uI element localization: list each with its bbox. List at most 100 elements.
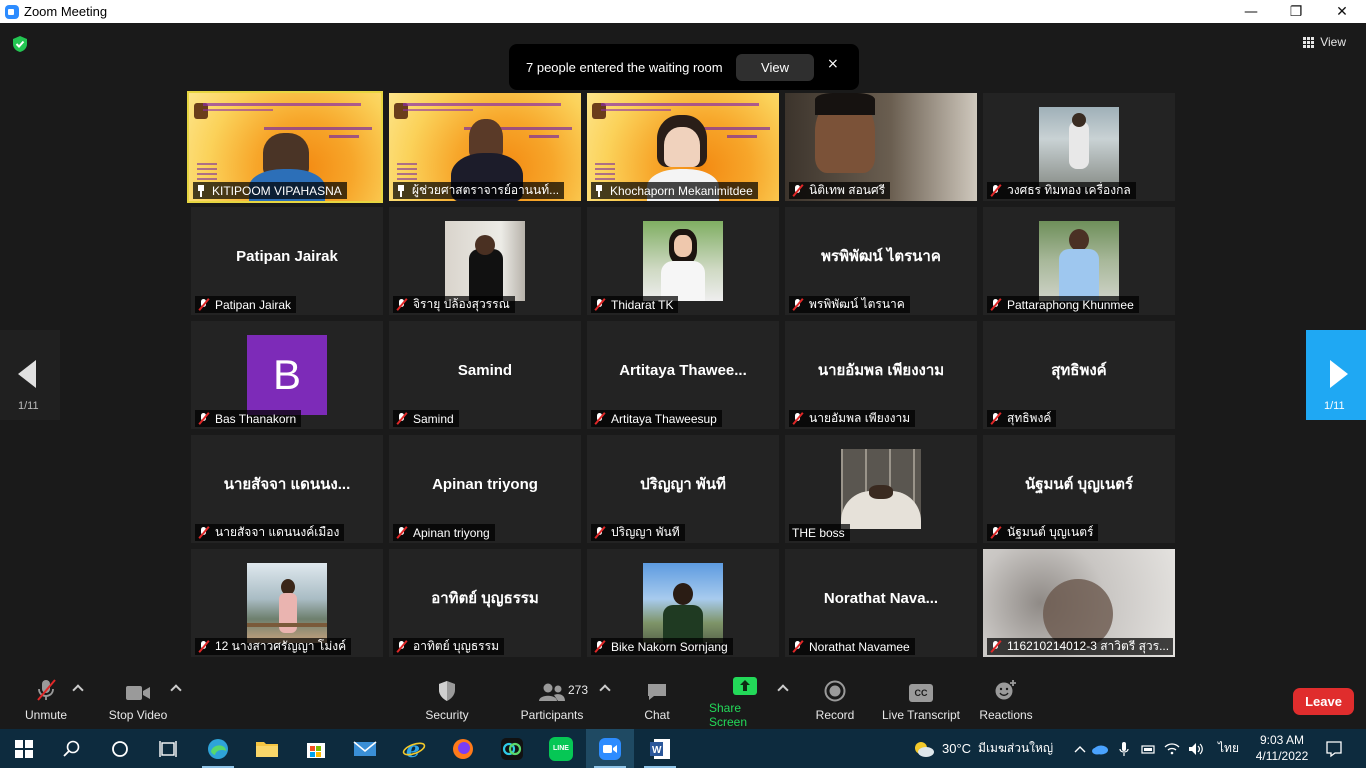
- task-view-button[interactable]: [144, 729, 192, 768]
- shield-check-icon[interactable]: [11, 35, 29, 53]
- word-icon: W: [650, 738, 670, 759]
- participant-name: Patipan Jairak: [215, 297, 292, 312]
- microsoft-store-app[interactable]: [292, 729, 340, 768]
- leave-button[interactable]: Leave: [1293, 688, 1354, 715]
- mic-muted-icon: [594, 298, 606, 311]
- share-screen-label: Share Screen: [709, 701, 748, 729]
- video-tile[interactable]: Khochaporn Mekanimitdee: [587, 93, 779, 201]
- show-hidden-icons-chevron-icon[interactable]: [1072, 745, 1088, 753]
- participant-name-tag: Artitaya Thaweesup: [591, 410, 722, 427]
- participant-name-tag: Bike Nakorn Sornjang: [591, 638, 733, 655]
- cortana-button[interactable]: [96, 729, 144, 768]
- video-tile[interactable]: นิติเทพ สอนศรี: [785, 93, 977, 201]
- video-tile[interactable]: วงศธร ทิมทอง เครื่องกล: [983, 93, 1175, 201]
- notifications-button[interactable]: [1310, 729, 1358, 768]
- video-tile[interactable]: Norathat Nava... Norathat Navamee: [785, 549, 977, 657]
- word-app[interactable]: W: [636, 729, 684, 768]
- stop-video-button[interactable]: Stop Video: [104, 672, 172, 729]
- search-button[interactable]: [48, 729, 96, 768]
- mail-app[interactable]: [341, 729, 389, 768]
- system-clock[interactable]: 9:03 AM 4/11/2022: [1252, 732, 1312, 764]
- page-indicator: 1/11: [18, 400, 39, 412]
- minimize-button[interactable]: —: [1228, 0, 1274, 23]
- video-tile[interactable]: Thidarat TK: [587, 207, 779, 315]
- onedrive-cloud-icon[interactable]: [1088, 743, 1112, 755]
- video-tile[interactable]: นายอัมพล เพียงงาม นายอัมพล เพียงงาม: [785, 321, 977, 429]
- video-tile[interactable]: KITIPOOM VIPAHASNA: [187, 91, 383, 203]
- video-tile[interactable]: 12 นางสาวศรัญญา โม่งค์: [191, 549, 383, 657]
- close-button[interactable]: ✕: [1319, 0, 1365, 23]
- volume-icon[interactable]: [1184, 742, 1208, 756]
- mic-muted-icon: [792, 298, 804, 311]
- video-tile[interactable]: นายสัจจา แดนนง... นายสัจจา แดนนงค์เมือง: [191, 435, 383, 543]
- partly-cloudy-icon: [915, 741, 934, 757]
- video-tile[interactable]: Patipan Jairak Patipan Jairak: [191, 207, 383, 315]
- participant-photo: [643, 221, 723, 301]
- internet-explorer-app[interactable]: e: [390, 729, 438, 768]
- video-options-chevron-icon[interactable]: [170, 684, 182, 696]
- edge-chromium-app[interactable]: [194, 729, 242, 768]
- video-tile[interactable]: Apinan triyong Apinan triyong: [389, 435, 581, 543]
- chat-bubble-icon: [648, 684, 666, 700]
- video-tile[interactable]: THE boss: [785, 435, 977, 543]
- share-screen-button[interactable]: Share Screen: [709, 672, 781, 729]
- battery-icon[interactable]: [1136, 743, 1160, 755]
- search-icon: [63, 740, 80, 757]
- record-label: Record: [815, 708, 855, 722]
- unmute-button[interactable]: Unmute: [20, 672, 72, 729]
- video-tile[interactable]: ผู้ช่วยศาสตราจารย์อานนท์...: [389, 93, 581, 201]
- record-button[interactable]: Record: [813, 672, 857, 729]
- participants-count: 273: [568, 683, 589, 697]
- audio-options-chevron-icon[interactable]: [72, 684, 84, 696]
- video-tile[interactable]: พรพิพัฒน์ ไตรนาค พรพิพัฒน์ ไตรนาค: [785, 207, 977, 315]
- chat-label: Chat: [644, 708, 670, 722]
- mic-muted-icon: [198, 526, 210, 539]
- participants-button[interactable]: Participants: [519, 672, 585, 729]
- participant-name: Thidarat TK: [611, 297, 674, 312]
- participant-name-tag: นายอัมพล เพียงงาม: [789, 410, 916, 427]
- mic-muted-icon: [792, 640, 804, 653]
- video-tile[interactable]: Artitaya Thawee... Artitaya Thaweesup: [587, 321, 779, 429]
- chat-button[interactable]: Chat: [639, 672, 675, 729]
- video-tile[interactable]: นัฐมนต์ บุญเนตร์ นัฐมนต์ บุญเนตร์: [983, 435, 1175, 543]
- video-tile[interactable]: จิรายุ ปล้องสุวรรณ: [389, 207, 581, 315]
- mic-muted-icon: [198, 412, 210, 425]
- video-tile[interactable]: Bike Nakorn Sornjang: [587, 549, 779, 657]
- video-tile[interactable]: ปริญญา พันที ปริญญา พันที: [587, 435, 779, 543]
- participants-options-chevron-icon[interactable]: [599, 684, 611, 696]
- participant-name-tag: THE boss: [789, 524, 850, 541]
- participants-icon: [539, 683, 565, 701]
- mic-muted-icon: [990, 526, 1002, 539]
- notification-close-icon[interactable]: ×: [827, 56, 839, 72]
- video-tile[interactable]: B Bas Thanakorn: [191, 321, 383, 429]
- edge-icon: [208, 738, 228, 759]
- participant-name-tag: อาทิตย์ บุญธรรม: [393, 638, 504, 655]
- record-icon: [824, 680, 846, 702]
- zoom-app[interactable]: [586, 729, 634, 768]
- file-explorer-app[interactable]: [243, 729, 291, 768]
- weather-widget[interactable]: 30°C มีเมฆส่วนใหญ่: [913, 729, 1053, 768]
- video-tile[interactable]: Samind Samind: [389, 321, 581, 429]
- store-bag-icon: [307, 742, 325, 758]
- firefox-app[interactable]: [439, 729, 487, 768]
- next-page-button[interactable]: 1/11: [1306, 330, 1366, 420]
- windows-start-button[interactable]: [0, 729, 48, 768]
- video-tile[interactable]: สุทธิพงค์ สุทธิพงค์: [983, 321, 1175, 429]
- video-tile[interactable]: อาทิตย์ บุญธรรม อาทิตย์ บุญธรรม: [389, 549, 581, 657]
- previous-page-button[interactable]: 1/11: [0, 330, 60, 420]
- wifi-icon[interactable]: [1160, 742, 1184, 756]
- microphone-icon[interactable]: [1112, 741, 1136, 757]
- live-transcript-button[interactable]: CC Live Transcript: [880, 672, 962, 729]
- participant-name-tag: ผู้ช่วยศาสตราจารย์อานนท์...: [393, 182, 565, 199]
- view-layout-button[interactable]: View: [1303, 35, 1346, 49]
- line-app[interactable]: LINE: [537, 729, 585, 768]
- webex-app[interactable]: [488, 729, 536, 768]
- video-tile[interactable]: 116210214012-3 สาวิตรี สุวร...: [983, 549, 1175, 657]
- security-button[interactable]: Security: [420, 672, 474, 729]
- waiting-room-view-button[interactable]: View: [736, 54, 814, 81]
- maximize-button[interactable]: ❐: [1273, 0, 1319, 23]
- video-tile[interactable]: Pattaraphong Khunmee: [983, 207, 1175, 315]
- reactions-button[interactable]: Reactions: [979, 672, 1033, 729]
- input-language-indicator[interactable]: ไทย: [1218, 739, 1239, 758]
- participant-photo: [247, 563, 327, 643]
